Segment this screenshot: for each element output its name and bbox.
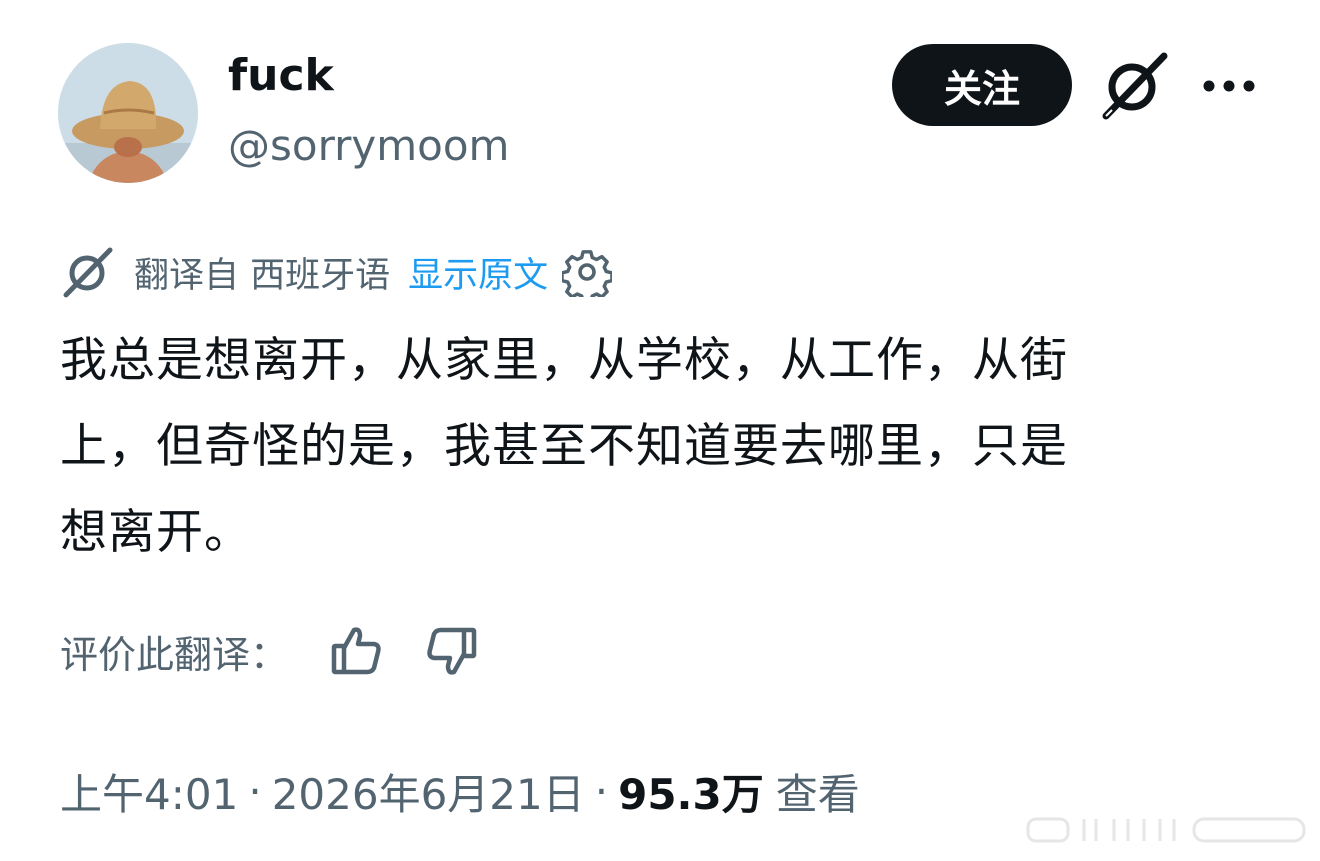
grok-button[interactable] — [1098, 52, 1170, 120]
gear-icon[interactable] — [562, 247, 613, 297]
meta-separator: · — [594, 766, 609, 816]
thumbs-down-icon[interactable] — [424, 624, 478, 678]
translated-from-label: 翻译自 西班牙语 — [134, 255, 391, 296]
post-time[interactable]: 上午4:01 — [60, 761, 238, 822]
translation-bar: 翻译自 西班牙语 显示原文 — [62, 240, 613, 304]
tweet-page: fuck @sorrymoom 关注 翻译自 西班牙语 显示原文 我总是想离开，… — [0, 0, 1320, 861]
grok-icon — [1102, 52, 1168, 120]
grok-translate-icon — [63, 247, 113, 298]
meta-separator: · — [248, 766, 262, 816]
watermark-graphic — [1026, 817, 1306, 843]
thumbs-up-icon[interactable] — [330, 624, 384, 678]
rate-translation-row: 评价此翻译： — [60, 616, 478, 686]
post-date[interactable]: 2026年6月21日 — [272, 761, 585, 822]
views-count: 95.3万 — [618, 769, 764, 819]
avatar-image — [58, 43, 198, 183]
display-name[interactable]: fuck — [228, 48, 334, 104]
user-handle[interactable]: @sorrymoom — [228, 118, 509, 174]
tweet-text-line: 想离开。 — [60, 505, 252, 560]
avatar[interactable] — [58, 43, 198, 183]
follow-button[interactable]: 关注 — [892, 44, 1072, 126]
more-dots-icon — [1203, 80, 1255, 92]
tweet-text-line: 上，但奇怪的是，我甚至不知道要去哪里，只是 — [60, 419, 1068, 474]
tweet-text: 我总是想离开，从家里，从学校，从工作，从街 上，但奇怪的是，我甚至不知道要去哪里… — [60, 318, 1260, 576]
more-button[interactable] — [1196, 62, 1262, 110]
views-label: 查看 — [775, 769, 860, 819]
tweet-text-line: 我总是想离开，从家里，从学校，从工作，从街 — [60, 333, 1068, 388]
rate-translation-label: 评价此翻译： — [60, 632, 289, 677]
show-original-link[interactable]: 显示原文 — [408, 247, 548, 298]
tweet-meta: 上午4:01 · 2026年6月21日 · 95.3万 查看 — [60, 756, 860, 826]
